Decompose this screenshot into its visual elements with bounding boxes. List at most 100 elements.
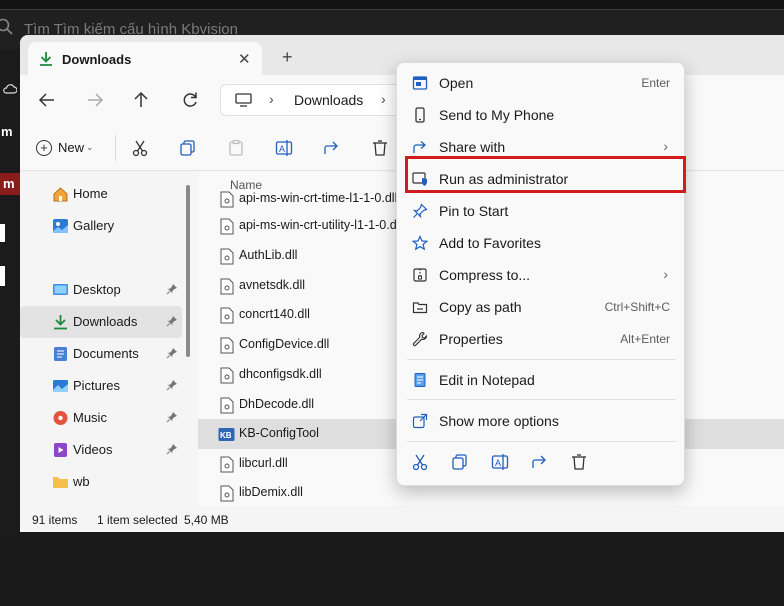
menu-item-compress-to[interactable]: Compress to... › <box>397 259 686 291</box>
dll-file-icon <box>220 278 234 295</box>
pin-icon <box>412 203 428 219</box>
item-count: 91 items <box>32 513 78 527</box>
sidebar-item-documents[interactable]: Documents <box>20 338 182 370</box>
file-name: AuthLib.dll <box>239 248 298 262</box>
menu-item-label: Show more options <box>439 413 559 429</box>
file-name: api-ms-win-crt-time-l1-1-0.dll <box>239 191 398 205</box>
sidebar-item-label: wb <box>73 474 90 489</box>
pin-icon[interactable] <box>166 411 178 423</box>
pin-icon[interactable] <box>166 347 178 359</box>
download-arrow-icon <box>40 52 52 66</box>
back-arrow-icon[interactable] <box>36 89 58 111</box>
menu-item-copy-as-path[interactable]: Copy as path Ctrl+Shift+C <box>397 291 686 323</box>
navigation-pane: Home Gallery Desktop Downloads Documents… <box>20 172 182 506</box>
copy-icon[interactable] <box>179 139 197 157</box>
navigation-pane-scrollbar[interactable] <box>186 185 190 357</box>
pin-icon[interactable] <box>166 283 178 295</box>
up-arrow-icon[interactable] <box>130 89 152 111</box>
folder-icon <box>53 477 68 488</box>
sidebar-item-home[interactable]: Home <box>20 178 182 210</box>
address-bar[interactable]: › Downloads › <box>220 84 420 116</box>
paste-icon[interactable] <box>227 139 245 157</box>
breadcrumb-downloads[interactable]: Downloads <box>294 92 363 108</box>
background-snippet: m <box>0 121 20 143</box>
gallery-icon <box>53 219 68 233</box>
background-block <box>0 266 5 286</box>
sidebar-item-desktop[interactable]: Desktop <box>20 274 182 306</box>
share-icon[interactable] <box>531 453 549 471</box>
sidebar-item-label: Gallery <box>73 218 115 233</box>
copy-icon[interactable] <box>451 453 469 471</box>
plus-icon: + <box>36 139 52 156</box>
chevron-right-icon: › <box>663 138 668 154</box>
svg-text:KB: KB <box>220 431 232 440</box>
file-name: DhDecode.dll <box>239 397 315 411</box>
dll-file-icon <box>220 218 234 235</box>
dll-file-icon <box>220 248 234 265</box>
tab-downloads[interactable]: Downloads ✕ <box>28 42 262 75</box>
open-icon <box>412 76 428 90</box>
videos-icon <box>54 443 67 457</box>
status-bar: 91 items 1 item selected 5,40 MB <box>20 506 784 532</box>
menu-item-label: Copy as path <box>439 299 522 315</box>
refresh-icon[interactable] <box>179 89 201 111</box>
menu-item-send-to-phone[interactable]: Send to My Phone <box>397 99 686 131</box>
delete-icon[interactable] <box>570 453 588 471</box>
menu-item-label: Compress to... <box>439 267 531 283</box>
rename-icon[interactable]: A <box>275 139 293 157</box>
sidebar-item-downloads[interactable]: Downloads <box>20 306 182 338</box>
menu-item-label: Open <box>439 75 474 91</box>
phone-icon <box>415 107 425 123</box>
selection-info: 1 item selected <box>97 513 178 527</box>
sidebar-item-music[interactable]: Music <box>20 402 182 434</box>
sidebar-item-label: Downloads <box>73 314 138 329</box>
pin-icon[interactable] <box>166 315 178 327</box>
menu-item-show-more-options[interactable]: Show more options <box>397 405 686 437</box>
pin-icon[interactable] <box>166 443 178 455</box>
new-button[interactable]: + New ⌄ <box>36 139 94 159</box>
menu-item-edit-in-notepad[interactable]: Edit in Notepad <box>397 364 686 396</box>
pictures-icon <box>53 380 68 392</box>
menu-item-add-to-favorites[interactable]: Add to Favorites <box>397 227 686 259</box>
kb-app-icon: KB <box>218 428 235 441</box>
rename-icon[interactable]: A <box>491 453 509 471</box>
copy-path-icon <box>412 302 428 314</box>
breadcrumb-separator[interactable]: › <box>269 91 274 107</box>
dll-file-icon <box>220 367 234 384</box>
downloads-icon <box>54 315 67 330</box>
cut-icon[interactable] <box>131 139 149 157</box>
dll-file-icon <box>220 485 234 502</box>
file-name: libcurl.dll <box>239 456 288 470</box>
new-tab-button[interactable]: + <box>282 47 293 68</box>
forward-arrow-icon[interactable] <box>84 89 106 111</box>
menu-item-label: Send to My Phone <box>439 107 555 123</box>
menu-item-label: Edit in Notepad <box>439 372 535 388</box>
notepad-icon <box>414 373 426 387</box>
menu-item-pin-to-start[interactable]: Pin to Start <box>397 195 686 227</box>
sidebar-item-videos[interactable]: Videos <box>20 434 182 466</box>
svg-text:A: A <box>279 144 285 154</box>
breadcrumb-separator[interactable]: › <box>381 91 386 107</box>
share-icon[interactable] <box>323 139 341 157</box>
sidebar-item-gallery[interactable]: Gallery <box>20 210 182 242</box>
background-page-bottom <box>0 532 784 606</box>
desktop-icon <box>53 284 68 295</box>
menu-item-shortcut: Alt+Enter <box>620 332 670 346</box>
dll-file-icon <box>220 397 234 414</box>
context-menu-quick-actions: A <box>397 443 686 479</box>
menu-item-open[interactable]: Open Enter <box>397 67 686 99</box>
cut-icon[interactable] <box>411 453 429 471</box>
this-pc-icon <box>235 93 252 107</box>
file-name: ConfigDevice.dll <box>239 337 330 351</box>
close-tab-icon[interactable]: ✕ <box>238 50 251 68</box>
pin-icon[interactable] <box>166 379 178 391</box>
sidebar-item-wb[interactable]: wb <box>20 466 182 498</box>
sidebar-item-label: Home <box>73 186 108 201</box>
tab-title: Downloads <box>62 52 132 67</box>
background-page-left: m m <box>0 49 20 529</box>
menu-item-properties[interactable]: Properties Alt+Enter <box>397 323 686 355</box>
dll-file-icon <box>220 456 234 473</box>
sidebar-item-label: Desktop <box>73 282 121 297</box>
delete-icon[interactable] <box>371 139 389 157</box>
sidebar-item-pictures[interactable]: Pictures <box>20 370 182 402</box>
